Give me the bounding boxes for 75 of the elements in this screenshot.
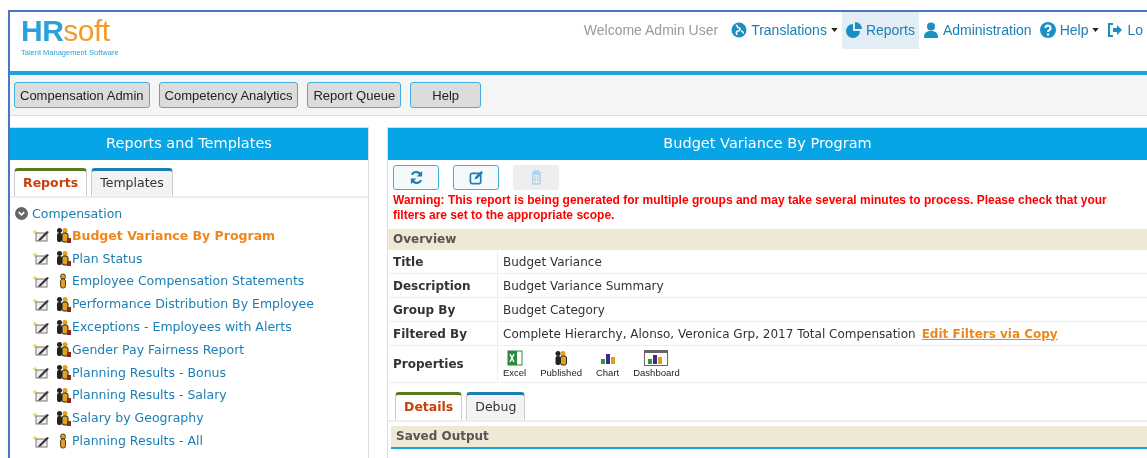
people-icon — [55, 386, 71, 403]
edit-note-icon[interactable] — [32, 433, 50, 448]
panel-header: Budget Variance By Program — [388, 127, 1147, 160]
nav-link[interactable]: Administration — [918, 12, 1036, 49]
edit-note-icon[interactable] — [32, 319, 50, 334]
panel-header: Reports and Templates — [10, 127, 368, 160]
edit-filters-link[interactable]: Edit Filters via Copy — [921, 326, 1058, 341]
toolbar-button[interactable]: Report Queue — [307, 82, 402, 108]
people-icon — [553, 350, 570, 366]
section-header: Saved Output — [391, 426, 1147, 449]
people-icon — [55, 318, 71, 335]
collapse-icon[interactable] — [15, 207, 28, 220]
pie-chart-icon — [845, 21, 862, 38]
property-label: Chart — [595, 367, 620, 378]
report-link[interactable]: Planning Results - All — [72, 433, 203, 449]
logout-icon — [1107, 21, 1124, 38]
field-label: Title — [388, 250, 498, 273]
field-value: Budget Category — [503, 302, 605, 317]
toolbar-button[interactable]: Compensation Admin — [14, 82, 150, 108]
report-link[interactable]: Exceptions - Employees with Alerts — [72, 319, 292, 335]
report-link[interactable]: Planning Results - Bonus — [72, 364, 226, 380]
dashboard-icon — [644, 350, 669, 366]
people-icon — [55, 364, 71, 381]
help-icon — [1039, 21, 1056, 38]
tab[interactable]: Templates — [91, 168, 173, 196]
tab[interactable]: Debug — [466, 392, 526, 420]
people-icon — [55, 250, 71, 267]
property-label: Published — [540, 367, 582, 378]
field-label: Description — [388, 274, 498, 297]
toolbar-button[interactable]: Competency Analytics — [158, 82, 299, 108]
edit-button[interactable] — [453, 165, 499, 190]
edit-note-icon[interactable] — [32, 410, 50, 425]
field-label: Properties — [388, 346, 498, 382]
field-value: Complete Hierarchy, Alonso, Veronica Grp, 2017 Total Compensation — [503, 326, 916, 341]
report-link[interactable]: Salary by Geography — [72, 410, 204, 426]
people-icon — [55, 341, 71, 358]
globe-icon — [731, 21, 748, 38]
report-link[interactable]: Planning Results - Salary — [72, 387, 227, 403]
toolbar-button[interactable]: Help — [410, 82, 482, 108]
edit-note-icon[interactable] — [32, 274, 50, 288]
report-link[interactable]: Employee Compensation Statements — [72, 273, 305, 289]
tree-folder[interactable]: Compensation — [32, 206, 123, 221]
tab[interactable]: Reports — [14, 168, 88, 196]
edit-note-icon[interactable] — [32, 251, 50, 266]
warning-text: Warning: This report is being generated for multiple groups and may take several minutes to process. Please check that your filters are set to the appropriate scope. — [392, 192, 1108, 224]
edit-icon — [468, 170, 484, 185]
refresh-icon — [408, 170, 424, 185]
spreadsheet-icon — [506, 350, 523, 366]
user-icon — [922, 21, 939, 38]
edit-note-icon[interactable] — [32, 228, 50, 243]
property-label: Excel — [503, 367, 527, 378]
report-link[interactable]: Gender Pay Fairness Report — [72, 341, 245, 357]
section-header: Overview — [388, 229, 1147, 250]
edit-note-icon[interactable] — [32, 342, 50, 357]
field-value: Budget Variance — [503, 254, 602, 269]
people-icon — [55, 295, 71, 312]
nav-link[interactable]: Help — [1035, 12, 1104, 49]
tab[interactable]: Details — [395, 392, 463, 420]
report-link[interactable]: Plan Status — [72, 250, 143, 266]
edit-note-icon[interactable] — [32, 387, 50, 402]
report-link[interactable]: Budget Variance By Program — [72, 227, 276, 243]
edit-note-icon[interactable] — [32, 296, 50, 311]
nav-link[interactable]: Reports — [841, 12, 919, 49]
nav-link[interactable]: Translations — [727, 12, 842, 49]
people-icon — [55, 409, 71, 426]
refresh-button[interactable] — [393, 165, 439, 190]
field-value: Budget Variance Summary — [503, 278, 664, 293]
property-label: Dashboard — [633, 367, 680, 378]
field-label: Group By — [388, 298, 498, 321]
field-label: Filtered By — [388, 322, 498, 345]
welcome-text: Welcome Admin User — [583, 21, 720, 38]
nav-link[interactable]: Lo — [1103, 12, 1147, 49]
report-link[interactable]: Performance Distribution By Employee — [72, 296, 314, 312]
people-icon — [55, 227, 71, 244]
edit-note-icon[interactable] — [32, 365, 50, 380]
